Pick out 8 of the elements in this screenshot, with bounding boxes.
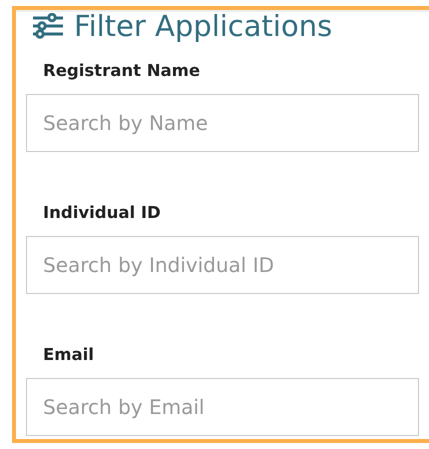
field-label: Registrant Name [43, 60, 202, 82]
field-label: Email [43, 344, 95, 366]
search-field[interactable]: Search by Email [26, 378, 419, 436]
search-field[interactable]: Search by Name [26, 94, 419, 152]
field-label: Individual ID [43, 202, 162, 224]
search-field[interactable]: Search by Individual ID [26, 236, 419, 294]
panel-title: Filter Applications [74, 12, 332, 40]
sliders-icon [32, 13, 64, 39]
